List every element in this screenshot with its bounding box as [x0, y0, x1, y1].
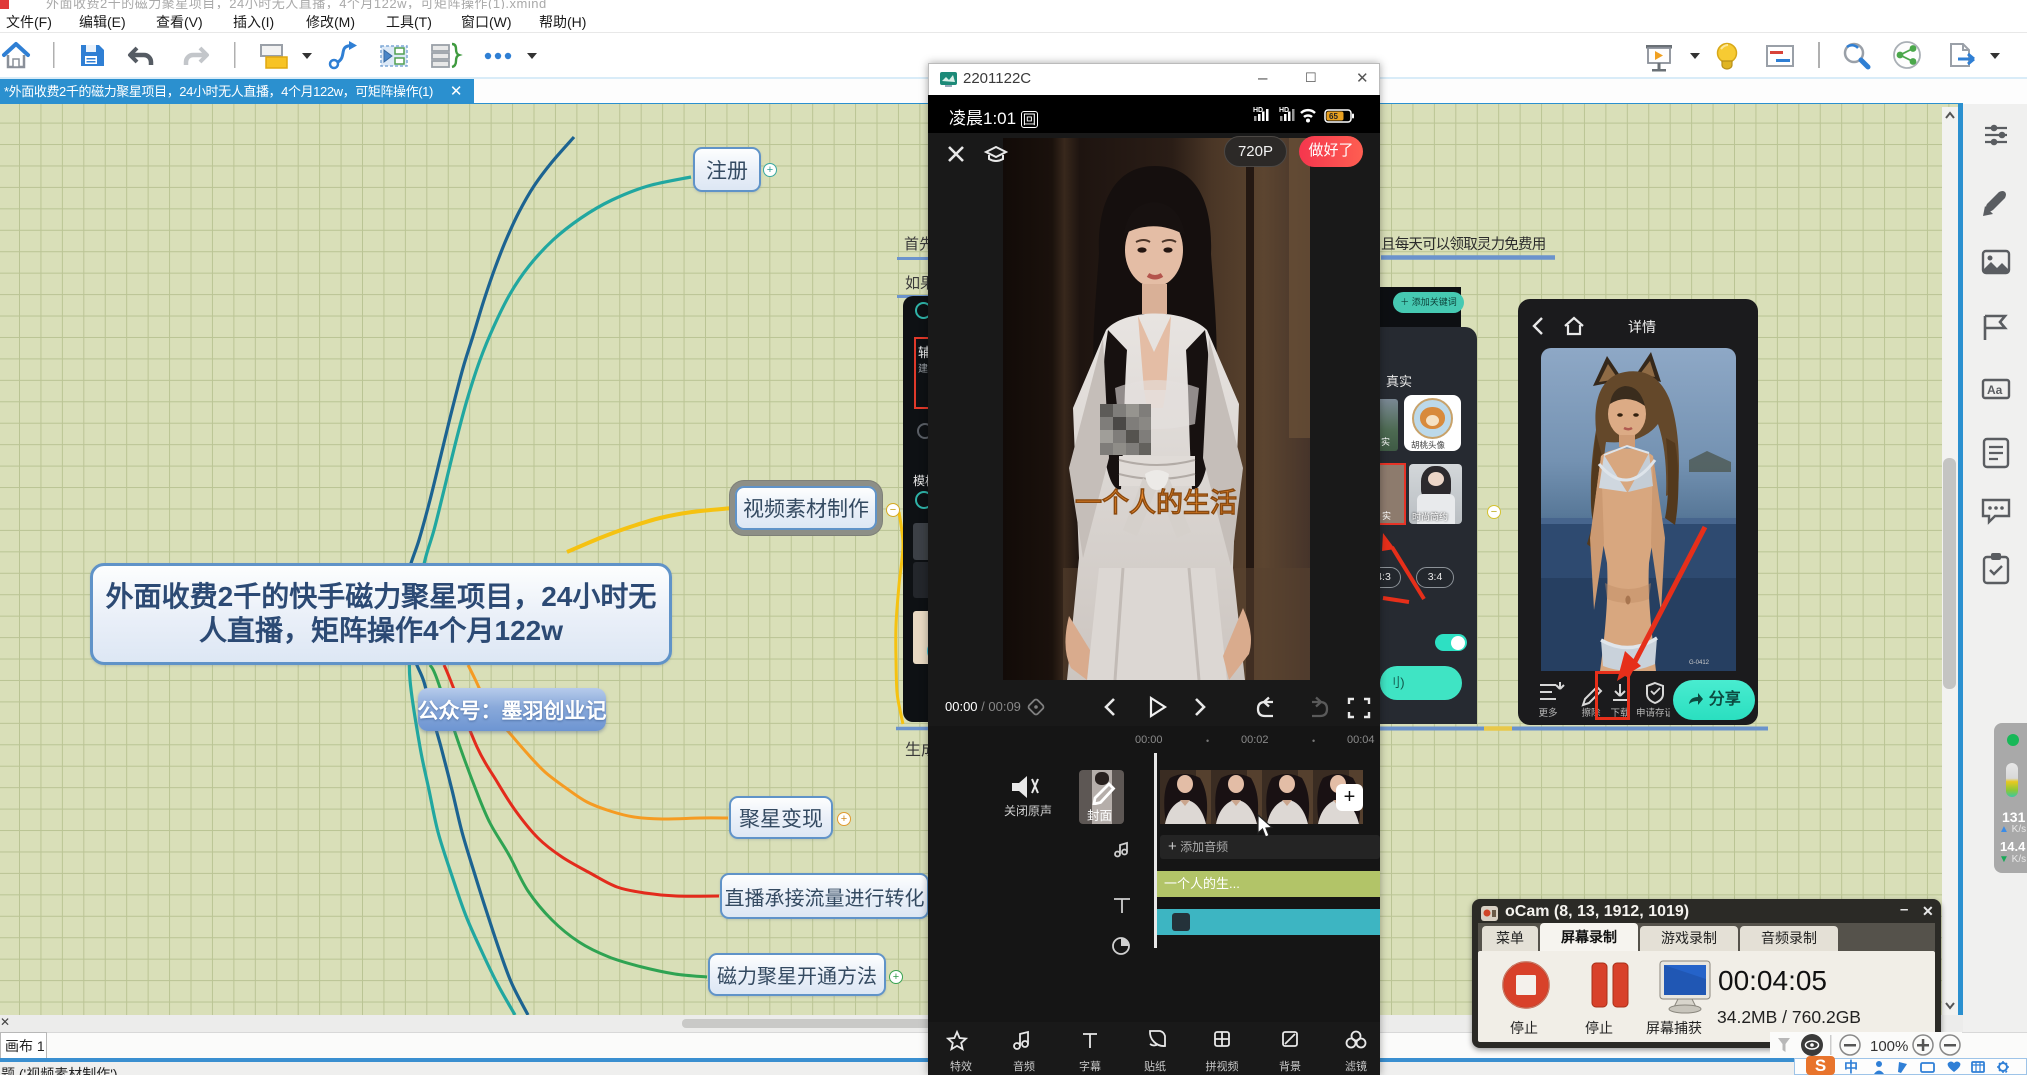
- svg-text:贴纸: 贴纸: [1144, 1059, 1166, 1073]
- svg-text:申请存证: 申请存证: [1636, 707, 1670, 719]
- svg-text:特效: 特效: [950, 1059, 972, 1073]
- svg-text:100%: 100%: [1870, 1038, 1908, 1055]
- svg-text:背景: 背景: [1279, 1059, 1301, 1073]
- svg-text:中: 中: [1844, 1059, 1858, 1074]
- svg-text:滤镜: 滤镜: [1345, 1059, 1367, 1073]
- svg-text:Aa: Aa: [1987, 383, 2003, 397]
- svg-text:音频: 音频: [1013, 1059, 1035, 1073]
- svg-text:HD: HD: [1279, 107, 1289, 114]
- svg-text:拼视频: 拼视频: [1206, 1059, 1239, 1073]
- svg-text:字幕: 字幕: [1079, 1059, 1101, 1073]
- svg-text:更多: 更多: [1538, 707, 1557, 719]
- svg-text:详情: 详情: [1628, 319, 1656, 335]
- svg-text:HD: HD: [1253, 107, 1263, 114]
- svg-text:65: 65: [1329, 112, 1338, 121]
- svg-text:一个人的生活: 一个人的生活: [1075, 487, 1237, 518]
